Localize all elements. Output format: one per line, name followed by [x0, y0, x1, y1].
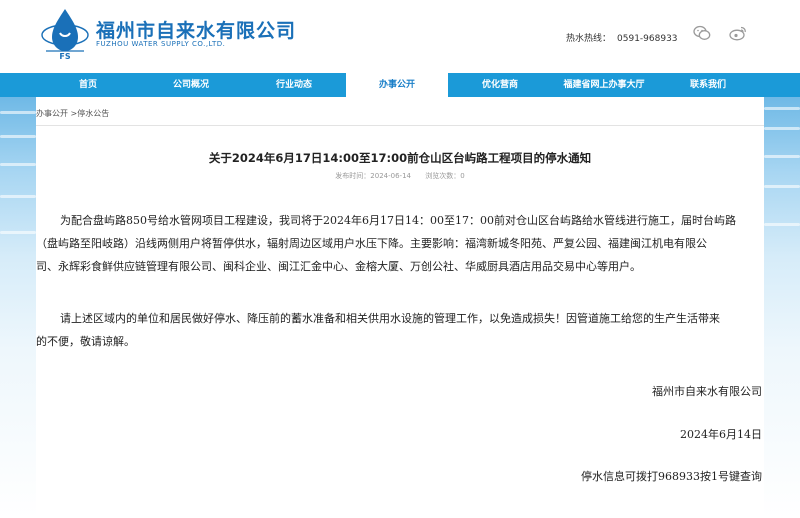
company-name-cn: 福州市自来水有限公司 [96, 20, 297, 42]
hotline-label: 热水热线： [566, 34, 612, 44]
site-header: FS 福州市自来水有限公司 FUZHOU WATER SUPPLY CO.,LT… [0, 0, 800, 73]
article-paragraph-2: 请上述区域内的单位和居民做好停水、降压前的蓄水准备和相关供用水设施的管理工作，以… [36, 307, 764, 353]
nav-item-online-service-hall[interactable]: 福建省网上办事大厅 [552, 73, 656, 97]
nav-item-home[interactable]: 首页 [36, 73, 140, 97]
paragraph-line: 的不便，敬请谅解。 [36, 335, 135, 348]
signature-company: 福州市自来水有限公司 [652, 385, 762, 398]
article-title: 关于2024年6月17日14:00至17:00前仓山区台屿路工程项目的停水通知 [208, 151, 592, 165]
paragraph-line: 为配合盘屿路850号给水管网项目工程建设，我司将于2024年6月17日14：00… [60, 214, 736, 227]
article-paragraph-1: 为配合盘屿路850号给水管网项目工程建设，我司将于2024年6月17日14：00… [36, 209, 764, 278]
paragraph-line: 请上述区域内的单位和居民做好停水、降压前的蓄水准备和相关供用水设施的管理工作，以… [60, 312, 720, 325]
nav-item-industry-news[interactable]: 行业动态 [242, 73, 346, 97]
article-container: 办事公开 >停水公告 关于2024年6月17日14:00至17:00前仓山区台屿… [36, 97, 764, 518]
nav-item-public-affairs[interactable]: 办事公开 [346, 73, 448, 97]
nav-item-business-environment[interactable]: 优化营商 [448, 73, 552, 97]
decorative-water-band-left [0, 97, 36, 518]
main-nav: 首页 公司概况 行业动态 办事公开 优化营商 福建省网上办事大厅 联系我们 [0, 73, 800, 97]
signature-date: 2024年6月14日 [680, 428, 762, 441]
paragraph-line: 司、永辉彩食鲜供应链管理有限公司、闽科企业、闽江汇金中心、金榕大厦、万创公社、华… [36, 260, 641, 273]
hotline-number: 0591-968933 [617, 34, 678, 44]
publish-date: 发布时间：2024-06-14 [335, 172, 411, 180]
logo-letters: FS [59, 52, 70, 61]
divider [36, 125, 764, 126]
wechat-icon[interactable] [693, 25, 711, 41]
hotline: 热水热线： 0591-968933 [566, 31, 684, 44]
paragraph-line: （盘屿路至阳岐路）沿线两侧用户将暂停供水，辐射周边区域用户水压下降。主要影响：福… [36, 237, 707, 250]
company-name-en: FUZHOU WATER SUPPLY CO.,LTD. [96, 40, 226, 48]
view-count: 浏览次数：0 [425, 172, 465, 180]
nav-item-contact[interactable]: 联系我们 [656, 73, 760, 97]
article-meta: 发布时间：2024-06-14 浏览次数：0 [36, 171, 764, 181]
nav-item-about[interactable]: 公司概况 [140, 73, 242, 97]
breadcrumb[interactable]: 办事公开 >停水公告 [36, 108, 109, 119]
weibo-icon[interactable] [729, 25, 747, 41]
decorative-water-band-right [764, 97, 800, 518]
inquiry-note: 停水信息可拨打968933按1号键查询 [581, 470, 762, 483]
company-logo[interactable]: FS [40, 7, 90, 61]
